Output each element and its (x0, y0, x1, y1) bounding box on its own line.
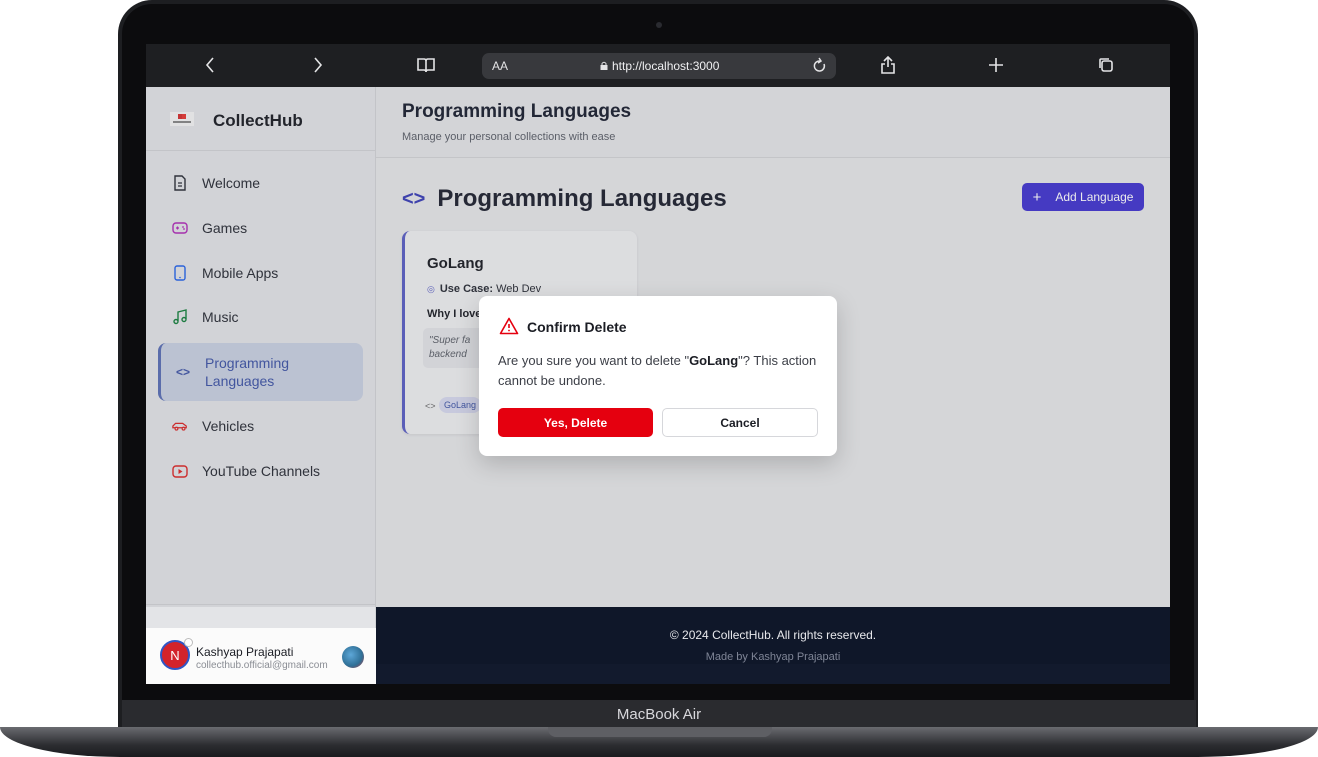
back-icon[interactable] (200, 52, 220, 78)
reader-mode-button[interactable]: AA (492, 59, 508, 73)
confirm-delete-button[interactable]: Yes, Delete (498, 408, 653, 437)
confirm-delete-dialog: Confirm Delete Are you sure you want to … (479, 296, 837, 456)
dialog-title: Confirm Delete (527, 319, 627, 335)
device-label: MacBook Air (616, 706, 702, 723)
tabs-overview-icon[interactable] (1096, 52, 1116, 78)
footer-made-by: Made by Kashyap Prajapati (705, 651, 841, 663)
status-dot (184, 638, 193, 647)
dialog-item-name: GoLang (689, 353, 739, 368)
screen: AA http://localhost:3000 CollectHub Welc… (146, 44, 1170, 684)
user-email: collecthub.official@gmail.com (196, 660, 328, 671)
warning-icon (499, 317, 519, 335)
footer-bottom-strip (376, 664, 1170, 684)
url-text: http://localhost:3000 (612, 59, 720, 73)
user-profile[interactable]: N Kashyap Prajapati collecthub.official@… (146, 628, 376, 684)
dialog-message-start: Are you sure you want to delete " (498, 353, 690, 368)
reload-icon[interactable] (812, 57, 828, 75)
laptop-notch (548, 727, 772, 737)
page-footer: © 2024 CollectHub. All rights reserved. … (376, 607, 1170, 684)
lock-icon (600, 61, 608, 70)
address-bar[interactable]: AA http://localhost:3000 (482, 53, 836, 79)
bookmarks-icon[interactable] (414, 52, 438, 78)
footer-copyright: © 2024 CollectHub. All rights reserved. (669, 628, 877, 642)
camera (656, 22, 662, 28)
share-icon[interactable] (878, 52, 898, 78)
new-tab-icon[interactable] (986, 52, 1006, 78)
user-photo[interactable] (342, 646, 364, 668)
user-name: Kashyap Prajapati (196, 645, 294, 659)
browser-toolbar: AA http://localhost:3000 (146, 44, 1170, 87)
dialog-message: Are you sure you want to delete "GoLang"… (498, 351, 818, 391)
cancel-button[interactable]: Cancel (662, 408, 818, 437)
forward-icon[interactable] (308, 52, 328, 78)
